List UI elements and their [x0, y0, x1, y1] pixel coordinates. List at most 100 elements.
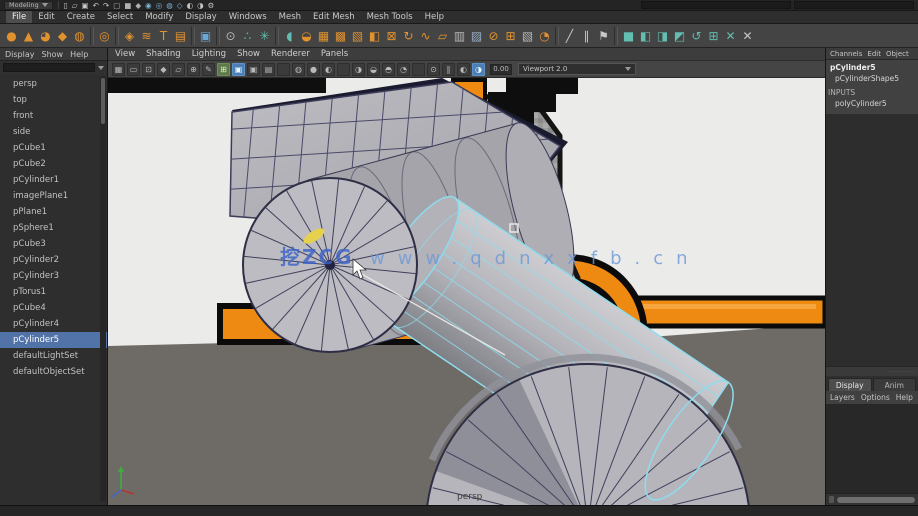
exposure-icon[interactable]: ◐	[457, 63, 470, 76]
chevron-down-icon[interactable]	[98, 66, 104, 70]
panel-menu-item[interactable]: Show	[237, 49, 260, 59]
quick-selection-field[interactable]	[641, 1, 791, 9]
measure-tool-icon[interactable]: ⊙	[222, 26, 239, 46]
outliner-item[interactable]: defaultLightSet	[0, 348, 107, 364]
slide-edge-icon[interactable]: ↺	[688, 26, 705, 46]
channel-box-attributes[interactable]: pCylinder5pCylinderShape5INPUTSpolyCylin…	[826, 60, 918, 114]
ipr-render-icon[interactable]: ◑	[197, 1, 204, 10]
open-scene-icon[interactable]: ▱	[72, 1, 78, 10]
view-cube-icon[interactable]: ▦	[112, 63, 125, 76]
pause-icon[interactable]: ∥	[442, 63, 455, 76]
outliner-item[interactable]: pCube3	[0, 236, 107, 252]
sculpt-tool-icon[interactable]: ◒	[298, 26, 315, 46]
menu-set-dropdown[interactable]: Modeling	[4, 1, 53, 10]
capsule-icon[interactable]: ▱	[434, 26, 451, 46]
grease-pencil-icon[interactable]: ✎	[202, 63, 215, 76]
page-copy-icon[interactable]: ⊞	[502, 26, 519, 46]
renderer-dropdown[interactable]: Viewport 2.0	[518, 63, 636, 75]
layer-scrollbar[interactable]	[837, 497, 915, 503]
render-icon[interactable]: ◐	[187, 1, 194, 10]
occlusion-icon[interactable]: ◓	[382, 63, 395, 76]
outliner-filter-input[interactable]	[3, 63, 95, 72]
render-view-icon[interactable]: ▣	[197, 26, 214, 46]
checker-plane-icon[interactable]: ▧	[519, 26, 536, 46]
curve-helix-icon[interactable]: ≋	[138, 26, 155, 46]
image-plane-icon[interactable]: ▱	[172, 63, 185, 76]
outliner-item[interactable]: pCube4	[0, 300, 107, 316]
resolution-gate-icon[interactable]: ▣	[247, 63, 260, 76]
2d-pan-zoom-icon[interactable]: ⊕	[187, 63, 200, 76]
menu-item[interactable]: Modify	[139, 11, 179, 23]
panel-menu-item[interactable]: View	[115, 49, 135, 59]
poly-platonic-icon[interactable]: ◍	[71, 26, 88, 46]
gamma-icon[interactable]: ◑	[472, 63, 485, 76]
outliner-item[interactable]: pCylinder1	[0, 172, 107, 188]
menu-item[interactable]: Edit	[32, 11, 60, 23]
lock-tool-icon[interactable]: ⊠	[383, 26, 400, 46]
menu-item[interactable]: Select	[101, 11, 139, 23]
symmetry-icon[interactable]: ⊞	[705, 26, 722, 46]
boolean-union-icon[interactable]: ◖	[281, 26, 298, 46]
snap-curve-icon[interactable]: ◎	[156, 1, 163, 10]
bookmark-icon[interactable]: ◆	[157, 63, 170, 76]
select-object-icon[interactable]: ■	[124, 1, 131, 10]
quad-patch-icon[interactable]: ▦	[315, 26, 332, 46]
poly-pie-icon[interactable]: ◕	[37, 26, 54, 46]
poly-cone-icon[interactable]: ▲	[20, 26, 37, 46]
rotate-tool-icon[interactable]: ↻	[400, 26, 417, 46]
paint-effects-icon[interactable]: ✳	[256, 26, 273, 46]
outliner-item[interactable]: pCylinder4	[0, 316, 107, 332]
new-scene-icon[interactable]: ▯	[64, 1, 68, 10]
layer-list[interactable]	[826, 405, 918, 493]
panel-menu-item[interactable]: Shading	[146, 49, 181, 59]
flag-tool-icon[interactable]: ⚑	[595, 26, 612, 46]
lights-icon[interactable]: ◑	[352, 63, 365, 76]
film-gate-icon[interactable]: ▣	[232, 63, 245, 76]
shaded-icon[interactable]: ●	[307, 63, 320, 76]
menu-item[interactable]: Help	[419, 11, 450, 23]
snap-grid-icon[interactable]: ◉	[145, 1, 152, 10]
type-tool-icon[interactable]: T	[155, 26, 172, 46]
sphere-quarter-icon[interactable]: ◔	[536, 26, 553, 46]
layer-editor-tab[interactable]: Display	[828, 378, 872, 391]
select-hierarchy-icon[interactable]: ▢	[113, 1, 120, 10]
line-tool-icon[interactable]: ╱	[561, 26, 578, 46]
outliner-item[interactable]: imagePlane1	[0, 188, 107, 204]
outliner-item[interactable]: pTorus1	[0, 284, 107, 300]
panel-menu-item[interactable]: Object	[886, 50, 909, 58]
outliner-scrollbar[interactable]	[100, 76, 106, 502]
snap-point-icon[interactable]: ◍	[166, 1, 173, 10]
snap-plane-icon[interactable]: ◇	[177, 1, 183, 10]
menu-item[interactable]: File	[6, 11, 32, 23]
shadows-icon[interactable]: ◒	[367, 63, 380, 76]
menu-item[interactable]: Edit Mesh	[307, 11, 361, 23]
create-polygon-icon[interactable]: ◈	[121, 26, 138, 46]
camera-attributes-icon[interactable]: ⊡	[142, 63, 155, 76]
outliner-item[interactable]: pPlane1	[0, 204, 107, 220]
exposure-value-field[interactable]: 0.00	[490, 64, 512, 75]
poly-sphere-icon[interactable]: ●	[3, 26, 20, 46]
panel-menu-item[interactable]: Panels	[321, 49, 348, 59]
outliner-item[interactable]: pCylinder5	[0, 332, 107, 348]
select-component-icon[interactable]: ◆	[135, 1, 141, 10]
outliner-item[interactable]: defaultObjectSet	[0, 364, 107, 380]
panel-menu-item[interactable]: Lighting	[192, 49, 226, 59]
scrollbar-thumb[interactable]	[101, 78, 105, 124]
delete-tool-icon[interactable]: ✕	[739, 26, 756, 46]
layer-footer-knob[interactable]	[829, 496, 834, 503]
save-scene-icon[interactable]: ▣	[82, 1, 89, 10]
render-settings-icon[interactable]: ⚙	[208, 1, 215, 10]
svg-tool-icon[interactable]: ▤	[172, 26, 189, 46]
panel-menu-item[interactable]: Help	[896, 393, 913, 402]
panel-menu-item[interactable]: Display	[5, 50, 35, 59]
outliner-item[interactable]: pCube2	[0, 156, 107, 172]
redo-icon[interactable]: ↷	[103, 1, 109, 10]
outliner-item[interactable]: pCylinder3	[0, 268, 107, 284]
duplicate-face-icon[interactable]: ▩	[332, 26, 349, 46]
ring-tool-icon[interactable]: ⊘	[485, 26, 502, 46]
panel-menu-item[interactable]: Options	[861, 393, 890, 402]
viewport-canvas[interactable]: 挖ZCG www.qdnxxfb.cn persp	[108, 78, 825, 505]
time-slider-bar[interactable]	[0, 505, 918, 516]
panel-menu-item[interactable]: Renderer	[271, 49, 310, 59]
multi-cut-icon[interactable]: ◧	[637, 26, 654, 46]
